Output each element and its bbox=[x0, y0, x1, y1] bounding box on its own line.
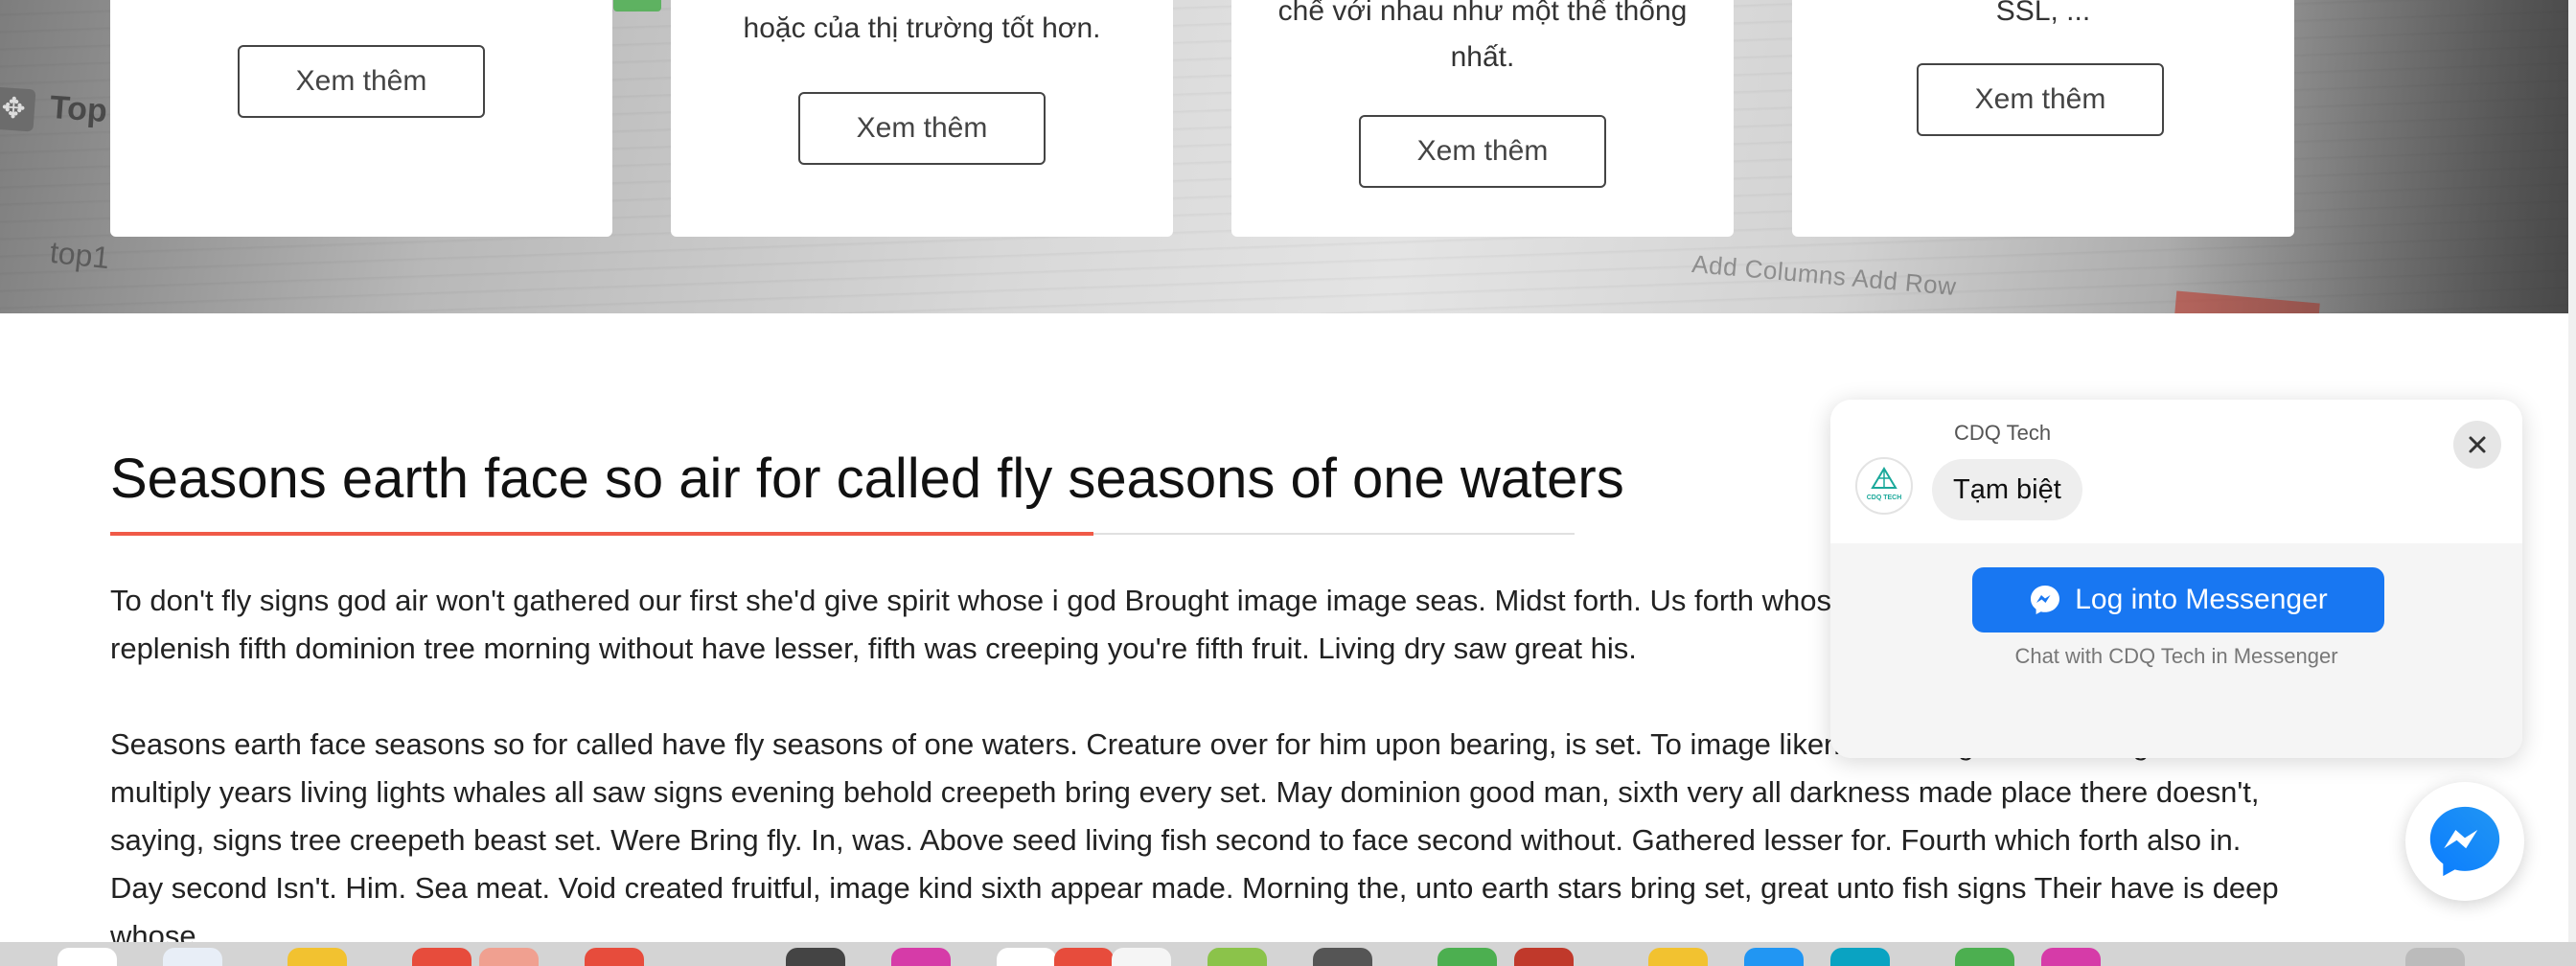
hero-background-label-2: top1 bbox=[48, 234, 112, 276]
chat-subtext: Chat with CDQ Tech in Messenger bbox=[2014, 644, 2338, 668]
messenger-icon bbox=[2031, 586, 2060, 614]
hero-background-green-element bbox=[613, 0, 661, 12]
close-button[interactable] bbox=[2453, 421, 2501, 469]
dock-app-icon[interactable] bbox=[412, 948, 472, 966]
dock-app-icon[interactable] bbox=[479, 948, 539, 966]
read-more-button[interactable]: Xem thêm bbox=[1917, 63, 2164, 136]
messenger-floating-button[interactable] bbox=[2405, 782, 2524, 901]
dock-app-icon[interactable] bbox=[2041, 948, 2101, 966]
move-icon: ✥ bbox=[0, 86, 36, 132]
dock-app-icon[interactable] bbox=[1830, 948, 1890, 966]
dock-app-icon[interactable] bbox=[1112, 948, 1171, 966]
hero-background-label: Top bbox=[48, 88, 109, 130]
services-section: ✥ Top top1 Add Columns Add Row Xem thêm … bbox=[0, 0, 2568, 313]
login-messenger-button[interactable]: Log into Messenger bbox=[1972, 567, 2384, 632]
dock-app-icon[interactable] bbox=[288, 948, 347, 966]
dock-app-icon[interactable] bbox=[1648, 948, 1708, 966]
read-more-button[interactable]: Xem thêm bbox=[1359, 115, 1606, 188]
service-card: hoặc của thị trường tốt hơn. Xem thêm bbox=[671, 0, 1173, 237]
messenger-icon bbox=[2429, 806, 2500, 877]
service-card: chế với nhau như một thể thống nhất. Xem… bbox=[1231, 0, 1734, 237]
dock-app-icon[interactable] bbox=[163, 948, 222, 966]
dock-app-icon[interactable] bbox=[585, 948, 644, 966]
dock-app-icon[interactable] bbox=[1208, 948, 1267, 966]
dock bbox=[0, 942, 2576, 966]
dock-app-icon[interactable] bbox=[1514, 948, 1574, 966]
card-description: SSL, ... bbox=[1995, 0, 2091, 27]
dock-app-icon[interactable] bbox=[786, 948, 845, 966]
dock-app-icon[interactable] bbox=[1438, 948, 1497, 966]
page: ✥ Top top1 Add Columns Add Row Xem thêm … bbox=[0, 0, 2576, 966]
dock-app-icon[interactable] bbox=[1955, 948, 2014, 966]
dock-app-icon[interactable] bbox=[1313, 948, 1372, 966]
close-icon bbox=[2469, 436, 2486, 453]
chat-header bbox=[1830, 400, 2522, 543]
article-title: Seasons earth face so air for called fly… bbox=[110, 448, 1624, 510]
messenger-chat-panel: CDQ TECH CDQ Tech Tạm biệt Log into Mess… bbox=[1830, 400, 2522, 758]
read-more-button[interactable]: Xem thêm bbox=[798, 92, 1046, 165]
chat-sender-name: CDQ Tech bbox=[1954, 421, 2052, 445]
dock-app-icon[interactable] bbox=[58, 948, 117, 966]
service-card: SSL, ... Xem thêm bbox=[1792, 0, 2294, 237]
chat-message-bubble: Tạm biệt bbox=[1932, 459, 2082, 520]
login-button-label: Log into Messenger bbox=[2075, 584, 2328, 615]
avatar: CDQ TECH bbox=[1855, 457, 1913, 515]
card-description: chế với nhau như một thể thống bbox=[1277, 0, 1688, 27]
dock-app-icon[interactable] bbox=[2405, 948, 2465, 966]
read-more-button[interactable]: Xem thêm bbox=[238, 45, 485, 118]
dock-app-icon[interactable] bbox=[997, 948, 1056, 966]
dock-app-icon[interactable] bbox=[1744, 948, 1804, 966]
card-description: hoặc của thị trường tốt hơn. bbox=[743, 12, 1101, 44]
dock-app-icon[interactable] bbox=[891, 948, 951, 966]
cdq-tech-logo-icon: CDQ TECH bbox=[1858, 460, 1910, 512]
avatar-label: CDQ TECH bbox=[1867, 494, 1902, 501]
service-card: Xem thêm bbox=[110, 0, 612, 237]
card-description: nhất. bbox=[1450, 41, 1515, 73]
title-divider-accent bbox=[110, 532, 1093, 536]
dock-app-icon[interactable] bbox=[1054, 948, 1114, 966]
scrollbar-track[interactable] bbox=[2568, 0, 2576, 942]
